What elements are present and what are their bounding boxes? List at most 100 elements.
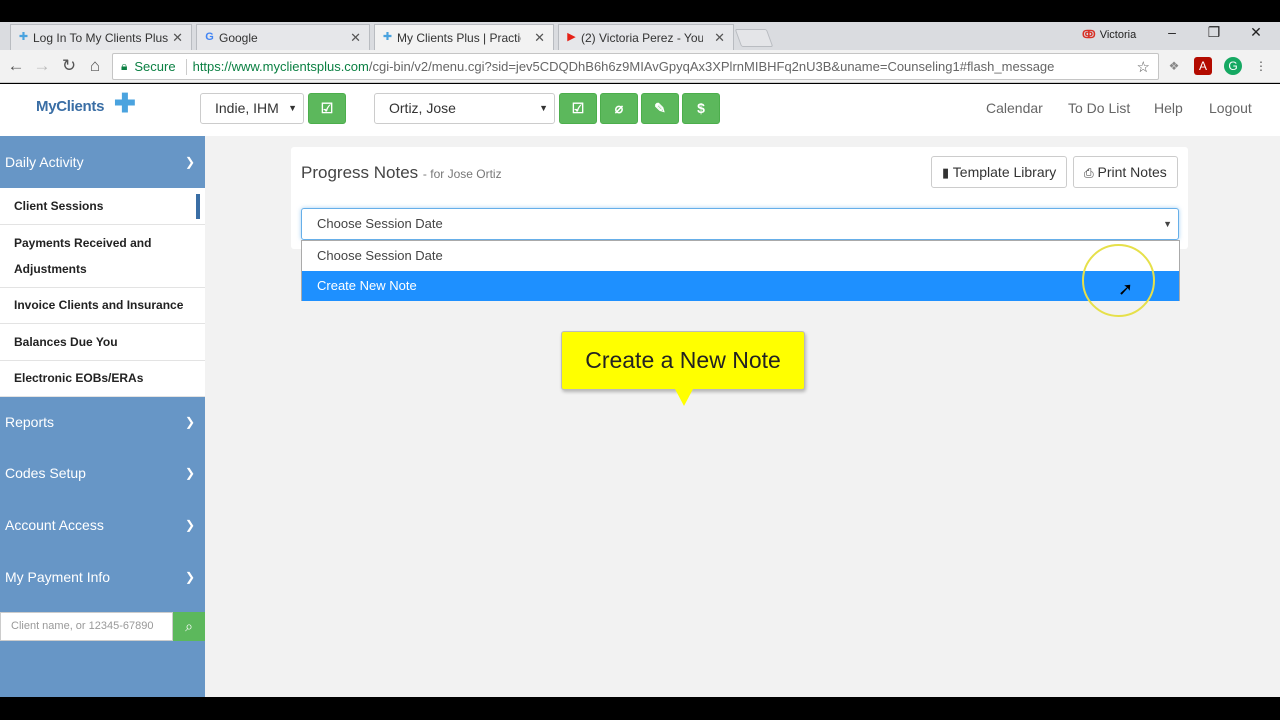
browser-tab-practice[interactable]: ✚ My Clients Plus | Practice ✕ [374,24,554,51]
client-search-input[interactable]: Client name, or 12345-67890 [0,612,173,641]
dropbox-extension-icon[interactable]: ❖ [1165,57,1183,75]
profile-name: Victoria [1099,29,1137,41]
sidebar-section-reports[interactable]: Reports ❯ [0,397,205,448]
template-library-button[interactable]: ▮ Template Library [931,156,1068,188]
select-value: Choose Session Date [317,216,443,231]
page-title: Progress Notes - for Jose Ortiz [301,163,502,183]
chevron-down-icon: ▼ [288,103,297,113]
client-search: Client name, or 12345-67890 ⌕ [0,612,205,641]
calendar-link[interactable]: Calendar [986,100,1043,116]
chevron-down-icon: ❯ [184,415,195,429]
window-close-icon[interactable]: ✕ [1241,24,1271,41]
section-label: Account Access [5,517,104,533]
browser-tab-login[interactable]: ✚ Log In To My Clients Plus ✕ [10,24,192,50]
address-bar[interactable]: 🔒︎ Secure https://www.myclientsplus.com/… [112,53,1159,80]
notes-button[interactable]: ✎ [641,93,679,124]
tutorial-callout: Create a New Note [561,331,805,406]
session-date-select[interactable]: Choose Session Date ▼ [301,208,1179,240]
dollar-icon: $ [697,100,705,116]
google-favicon-icon: G [205,31,214,43]
sidebar-item-label: Invoice Clients and Insurance [14,298,184,312]
app-root: MyClients ✚ Indie, IHM ▼ ☑ Ortiz, Jose ▼ ☑ … [0,84,1280,697]
url-host: https://www.myclientsplus.com [192,59,369,74]
tab-title: Log In To My Clients Plus [33,30,169,45]
sidebar-item-label: Payments Received and Adjustments [14,236,152,276]
practitioner-select[interactable]: Indie, IHM ▼ [200,93,304,124]
minimize-icon[interactable]: – [1157,24,1187,40]
url-path: /cgi-bin/v2/menu.cgi?sid=jev5CDQDhB6h6z9… [368,59,1055,74]
new-tab-button[interactable] [734,29,774,47]
section-label: Codes Setup [5,465,86,481]
chevron-down-icon: ❯ [184,570,195,584]
tab-title: My Clients Plus | Practice [397,31,521,45]
sidebar-item-client-sessions[interactable]: Client Sessions [0,188,205,225]
sidebar-section-payment-info[interactable]: My Payment Info ❯ [0,551,205,603]
edit-square-icon: ☑ [571,100,585,116]
lock-icon: 🔒︎ [121,59,128,73]
mouse-cursor-icon: ➚ [1118,279,1134,299]
close-tab-icon[interactable]: ✕ [714,30,725,46]
option-create-new-note[interactable]: Create New Note [302,271,1179,301]
sidebar-item-payments[interactable]: Payments Received and Adjustments [0,225,205,288]
option-choose-session-date[interactable]: Choose Session Date [302,241,1179,271]
client-edit-button[interactable]: ☑ [559,93,597,124]
chevron-down-icon: ▼ [539,103,548,113]
browser-tab-google[interactable]: G Google ✕ [196,24,370,50]
practitioner-value: Indie, IHM [215,100,279,116]
secure-label: Secure [134,59,176,74]
chevron-down-icon: ❯ [184,155,195,169]
chrome-menu-icon[interactable]: ⋮ [1252,57,1270,75]
billing-button[interactable]: $ [682,93,720,124]
sidebar-item-invoice[interactable]: Invoice Clients and Insurance [0,288,205,324]
myclientsplus-favicon-icon: ✚ [382,31,393,43]
profile-icon: ↂ [1082,29,1096,41]
separator [185,58,187,75]
sidebar-section-codes-setup[interactable]: Codes Setup ❯ [0,448,205,500]
profile-chip[interactable]: ↂ Victoria [1082,28,1136,41]
letterbox-top [0,0,1280,22]
restore-icon[interactable]: ❐ [1199,24,1229,41]
client-value: Ortiz, Jose [389,100,456,116]
sidebar-item-label: Balances Due You [14,335,118,349]
close-tab-icon[interactable]: ✕ [534,30,545,46]
panel-subtitle: - for Jose Ortiz [422,167,502,181]
sidebar-item-label: Client Sessions [14,199,104,213]
home-icon[interactable]: ⌂ [84,56,106,76]
close-tab-icon[interactable]: ✕ [172,30,183,46]
daily-activity-menu: Client Sessions Payments Received and Ad… [0,188,205,397]
sidebar-item-balances[interactable]: Balances Due You [0,324,205,361]
pdf-extension-icon[interactable]: A [1194,57,1212,75]
sidebar-section-daily-activity[interactable]: Daily Activity ❯ [0,136,205,188]
button-label: Template Library [952,164,1057,180]
search-button[interactable]: ⌕ [173,612,205,641]
url-text: https://www.myclientsplus.com/cgi-bin/v2… [193,59,1055,74]
logo-plus-icon: ✚ [114,88,136,118]
forward-icon[interactable]: → [31,56,53,76]
close-tab-icon[interactable]: ✕ [350,30,361,46]
tab-title: Google [219,30,258,45]
sidebar-section-account-access[interactable]: Account Access ❯ [0,500,205,551]
edit-square-icon: ☑ [320,100,334,116]
bookmark-star-icon[interactable]: ☆ [1137,58,1150,76]
chevron-down-icon: ▼ [1163,219,1172,229]
help-link[interactable]: Help [1154,100,1183,116]
attachments-button[interactable]: ⌀ [600,93,638,124]
grammarly-extension-icon[interactable]: G [1224,57,1242,75]
browser-toolbar: ← → ↻ ⌂ 🔒︎ Secure https://www.myclientsp… [0,50,1280,83]
browser-tab-youtube[interactable]: ▶ (2) Victoria Perez - YouTu ✕ [558,24,734,50]
todo-list-link[interactable]: To Do List [1068,100,1130,116]
client-select[interactable]: Ortiz, Jose ▼ [374,93,555,124]
logo-text: MyClients [36,98,105,115]
sidebar-item-eobs[interactable]: Electronic EOBs/ERAs [0,361,205,397]
reload-icon[interactable]: ↻ [58,56,80,76]
letterbox-bottom [0,697,1280,720]
back-icon[interactable]: ← [5,56,27,76]
logout-link[interactable]: Logout [1209,100,1252,116]
section-label: My Payment Info [5,569,111,585]
practitioner-edit-button[interactable]: ☑ [308,93,346,124]
section-label: Daily Activity [5,154,84,170]
section-label: Reports [5,414,55,430]
print-notes-button[interactable]: ⎙ Print Notes [1073,156,1178,188]
chevron-down-icon: ❯ [184,518,195,532]
callout-text: Create a New Note [585,347,781,373]
